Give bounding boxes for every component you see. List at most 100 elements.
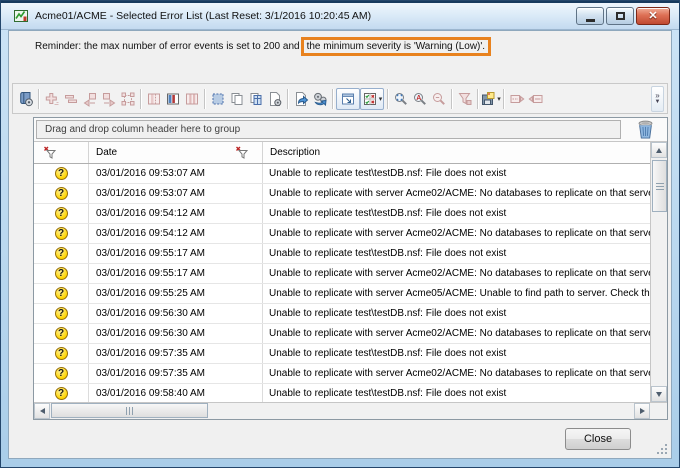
question-icon: ? — [55, 167, 68, 180]
column-auto-button[interactable] — [182, 88, 201, 110]
titlebar[interactable]: Acme01/ACME - Selected Error List (Last … — [1, 1, 679, 30]
close-icon: ✕ — [648, 11, 657, 22]
copy-with-headers-icon — [248, 91, 264, 107]
close-window-button[interactable]: ✕ — [636, 7, 670, 25]
column-best-fit-button[interactable] — [163, 88, 182, 110]
collapse-band-icon — [528, 91, 544, 107]
maximize-icon — [616, 12, 625, 20]
row-indicator-cell: ? — [34, 284, 89, 303]
zoom-out-icon — [431, 91, 447, 107]
question-icon: ? — [55, 307, 68, 320]
date-cell: 03/01/2016 09:55:17 AM — [89, 244, 263, 263]
row-indicator-cell: ? — [34, 384, 89, 402]
column-header-description[interactable]: Description — [263, 142, 650, 163]
toolbar-overflow-button[interactable]: » ▼ — [651, 86, 664, 112]
toolbar-separator — [477, 89, 478, 109]
add-button[interactable] — [42, 88, 61, 110]
arrow-up-icon — [656, 148, 662, 153]
horizontal-scroll-track[interactable] — [50, 403, 634, 419]
reminder-text: Reminder: the max number of error events… — [35, 36, 491, 56]
minimize-button[interactable] — [576, 7, 604, 25]
send-backward-button[interactable] — [80, 88, 99, 110]
select-all-icon — [210, 91, 226, 107]
run-export-button[interactable] — [310, 88, 329, 110]
question-icon: ? — [55, 387, 68, 400]
table-row[interactable]: ?03/01/2016 09:57:35 AMUnable to replica… — [34, 364, 650, 384]
date-cell: 03/01/2016 09:54:12 AM — [89, 204, 263, 223]
group-by-drop-area[interactable]: Drag and drop column header here to grou… — [36, 120, 621, 139]
preview-button[interactable] — [336, 88, 360, 110]
scroll-left-button[interactable] — [34, 403, 50, 419]
zoom-in-button[interactable] — [391, 88, 410, 110]
conditional-formatting-button[interactable]: ▾ — [360, 88, 384, 110]
trash-icon[interactable] — [636, 119, 655, 140]
run-export-icon — [312, 91, 328, 107]
save-layout-button[interactable]: ▾ — [481, 88, 500, 110]
select-all-button[interactable] — [208, 88, 227, 110]
date-cell: 03/01/2016 09:55:25 AM — [89, 284, 263, 303]
minimize-icon — [586, 19, 595, 22]
table-row[interactable]: ?03/01/2016 09:56:30 AMUnable to replica… — [34, 324, 650, 344]
date-cell: 03/01/2016 09:56:30 AM — [89, 324, 263, 343]
copy-button[interactable] — [227, 88, 246, 110]
send-forward-button[interactable] — [99, 88, 118, 110]
copy-with-headers-button[interactable] — [246, 88, 265, 110]
scroll-up-button[interactable] — [651, 142, 667, 158]
table-row[interactable]: ?03/01/2016 09:58:40 AMUnable to replica… — [34, 384, 650, 402]
reminder-highlight-box: the minimum severity is 'Warning (Low)'. — [301, 37, 492, 56]
resize-grip[interactable] — [655, 442, 667, 454]
horizontal-scrollbar[interactable] — [34, 402, 667, 419]
vertical-scroll-track[interactable] — [651, 158, 667, 386]
filter-icon — [457, 91, 473, 107]
date-cell: 03/01/2016 09:57:35 AM — [89, 364, 263, 383]
filter-icon[interactable] — [235, 146, 248, 159]
export-button[interactable] — [291, 88, 310, 110]
table-row[interactable]: ?03/01/2016 09:55:17 AMUnable to replica… — [34, 264, 650, 284]
table-row[interactable]: ?03/01/2016 09:56:30 AMUnable to replica… — [34, 304, 650, 324]
error-grid: Drag and drop column header here to grou… — [33, 117, 668, 420]
date-cell: 03/01/2016 09:55:17 AM — [89, 264, 263, 283]
group-panel-strip: Drag and drop column header here to grou… — [34, 118, 667, 142]
error-list-window: Acme01/ACME - Selected Error List (Last … — [0, 0, 680, 468]
expand-band-button[interactable] — [507, 88, 526, 110]
table-row[interactable]: ?03/01/2016 09:54:12 AMUnable to replica… — [34, 204, 650, 224]
column-header-indicator[interactable] — [34, 142, 89, 163]
page-setup-button[interactable] — [265, 88, 284, 110]
zoom-font-button[interactable]: A — [410, 88, 429, 110]
column-auto-icon — [184, 91, 200, 107]
table-row[interactable]: ?03/01/2016 09:53:07 AMUnable to replica… — [34, 184, 650, 204]
zoom-out-button[interactable] — [429, 88, 448, 110]
select-nodes-button[interactable] — [118, 88, 137, 110]
question-icon: ? — [55, 327, 68, 340]
description-cell: Unable to replicate with server Acme05/A… — [263, 284, 650, 303]
filter-icon[interactable] — [43, 146, 56, 159]
table-row[interactable]: ?03/01/2016 09:57:35 AMUnable to replica… — [34, 344, 650, 364]
close-button[interactable]: Close — [565, 428, 631, 450]
conditional-formatting-icon — [362, 91, 378, 107]
description-cell: Unable to replicate with server Acme02/A… — [263, 224, 650, 243]
column-header-date[interactable]: Date — [89, 142, 263, 163]
horizontal-scroll-thumb[interactable] — [51, 403, 208, 418]
vertical-scrollbar[interactable] — [650, 142, 667, 402]
table-row[interactable]: ?03/01/2016 09:54:12 AMUnable to replica… — [34, 224, 650, 244]
filter-button[interactable] — [455, 88, 474, 110]
column-header-label: Description — [263, 147, 320, 158]
column-fixed-button[interactable] — [144, 88, 163, 110]
question-icon: ? — [55, 287, 68, 300]
table-row[interactable]: ? 03/01/2016 09:55:25 AMUnable to replica… — [34, 284, 650, 304]
description-cell: Unable to replicate with server Acme02/A… — [263, 264, 650, 283]
scroll-right-button[interactable] — [634, 403, 650, 419]
properties-button[interactable] — [16, 88, 35, 110]
remove-button[interactable] — [61, 88, 80, 110]
reminder-prefix: Reminder: the max number of error events… — [35, 41, 300, 52]
collapse-band-button[interactable] — [526, 88, 545, 110]
maximize-button[interactable] — [606, 7, 634, 25]
question-icon: ? — [55, 347, 68, 360]
add-icon — [44, 91, 60, 107]
scroll-down-button[interactable] — [651, 386, 667, 402]
table-row[interactable]: ?03/01/2016 09:53:07 AMUnable to replica… — [34, 164, 650, 184]
toolbar-separator — [451, 89, 452, 109]
thumb-grip-icon — [656, 183, 664, 190]
vertical-scroll-thumb[interactable] — [652, 160, 667, 212]
table-row[interactable]: ?03/01/2016 09:55:17 AMUnable to replica… — [34, 244, 650, 264]
